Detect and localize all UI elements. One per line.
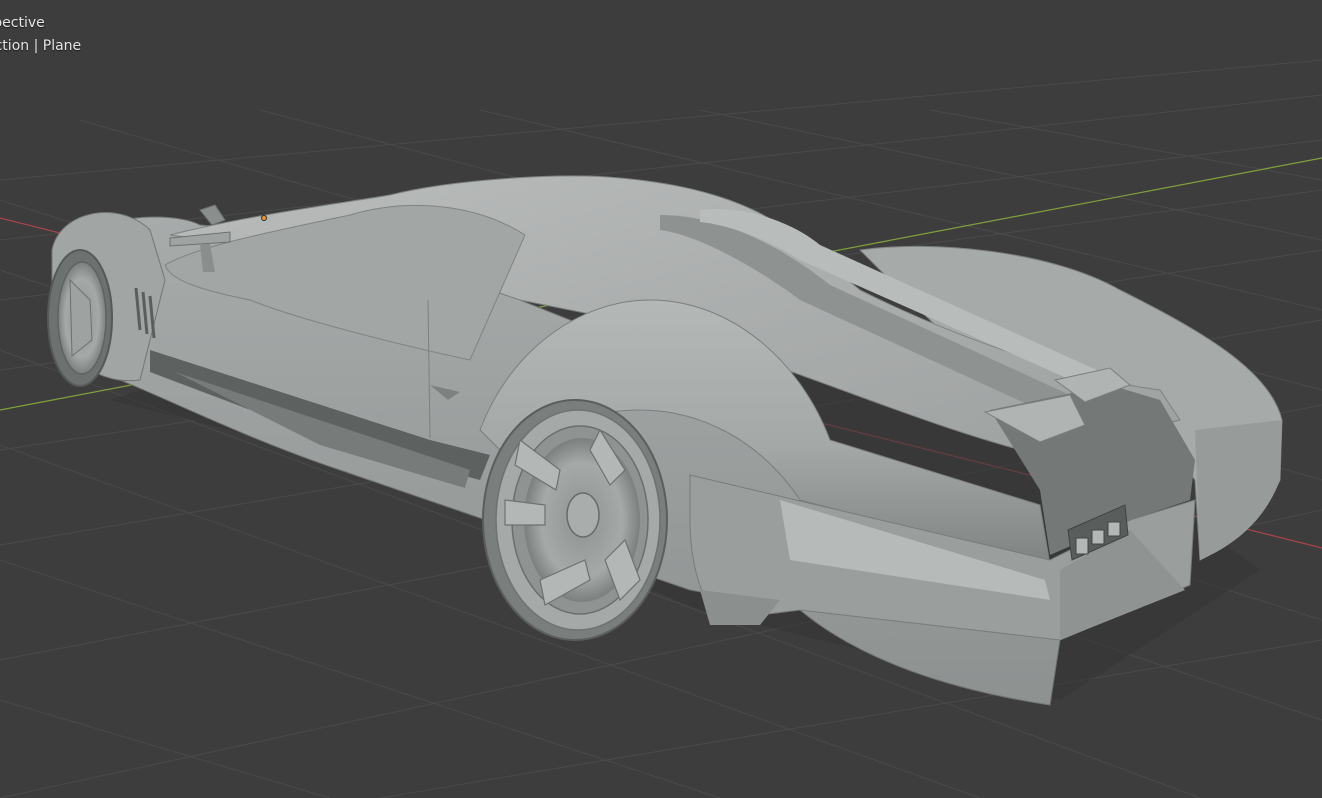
car-model <box>47 175 1283 706</box>
view-name-label: spective <box>0 15 45 31</box>
rear-wheel <box>482 399 668 641</box>
3d-viewport[interactable]: spective ection | Plane <box>0 0 1322 798</box>
front-wheel <box>47 249 113 387</box>
viewport-scene[interactable] <box>0 0 1322 798</box>
collection-info-label: ection | Plane <box>0 38 82 54</box>
object-origin-marker <box>261 215 267 221</box>
viewport-info-overlay: spective ection | Plane <box>0 12 81 58</box>
